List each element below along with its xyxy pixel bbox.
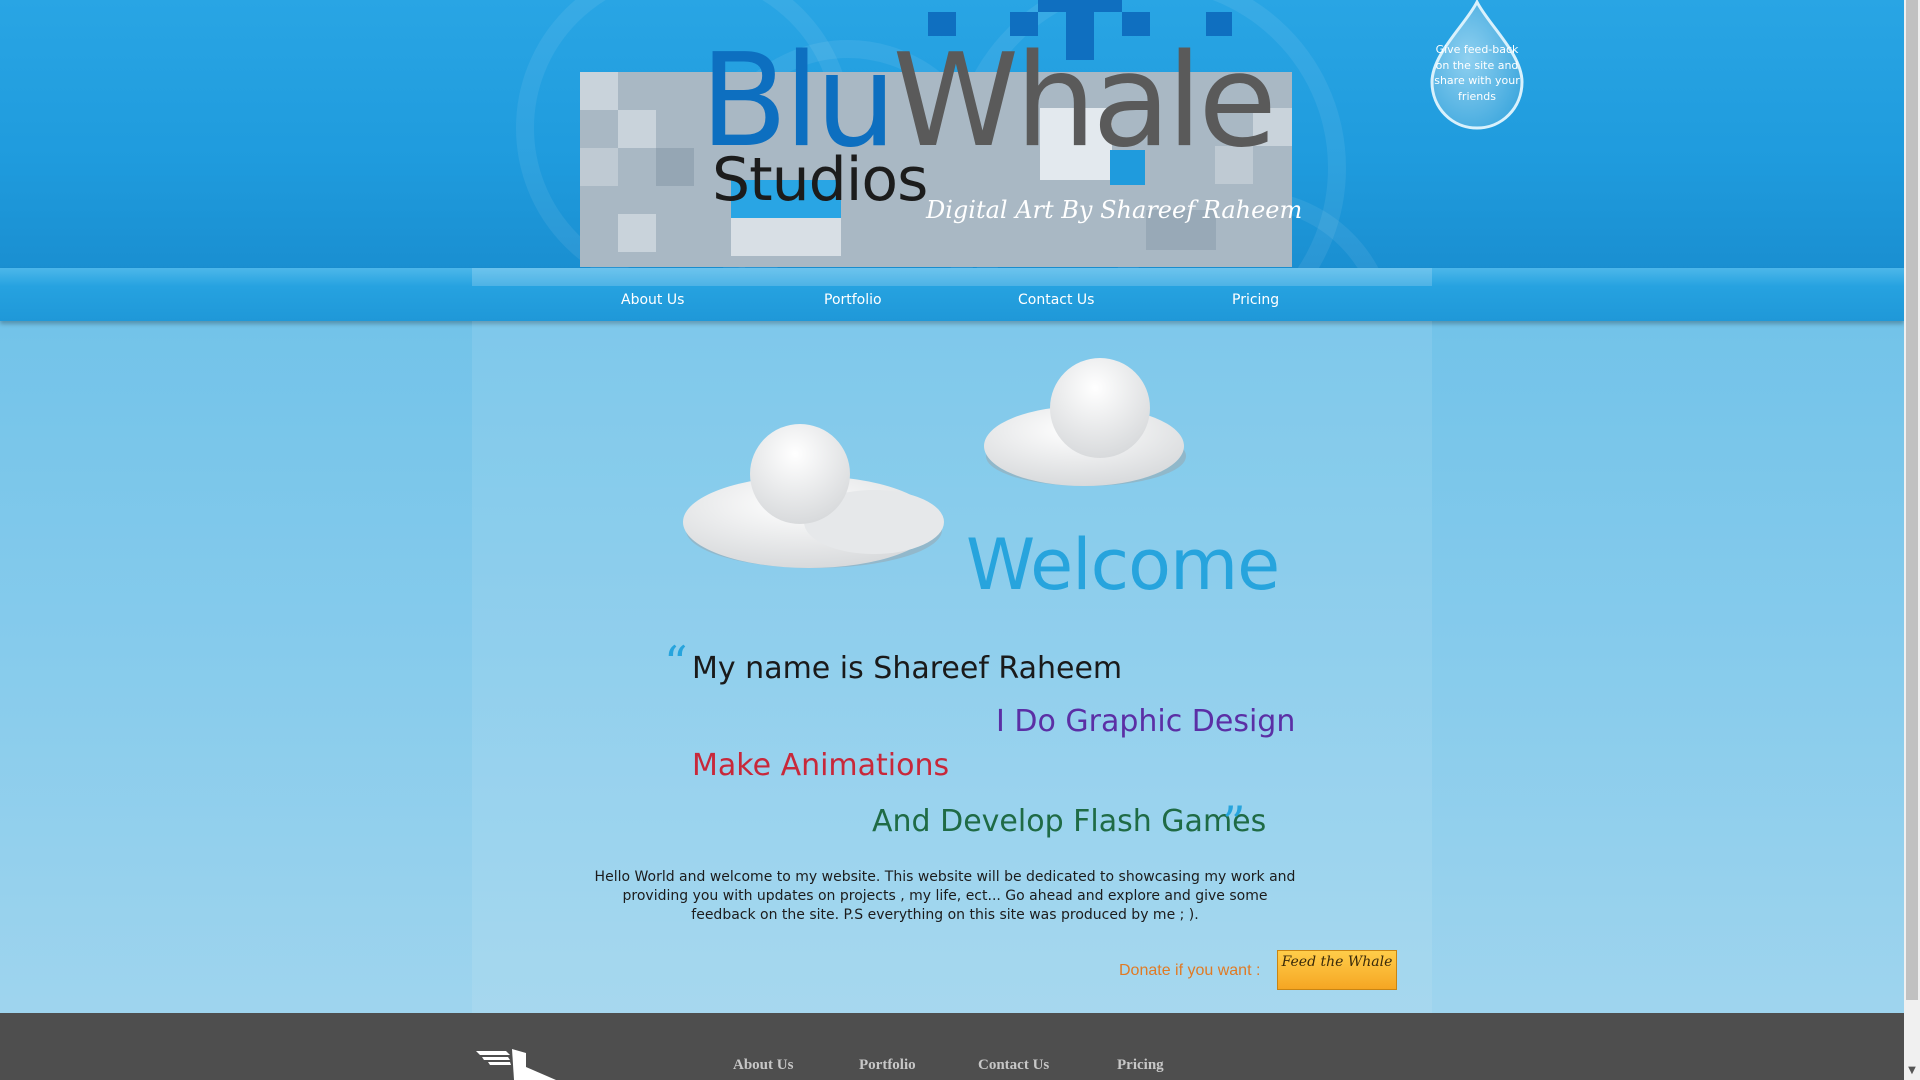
feed-the-whale-button[interactable]: Feed the Whale (1277, 950, 1397, 990)
site-footer: About Us Portfolio Contact Us Pricing (0, 1013, 1904, 1080)
quote-open-mark: “ (664, 636, 688, 690)
donate-label: Donate if you want : (1119, 962, 1261, 979)
nav-highlight (472, 268, 1432, 286)
footer-portfolio[interactable]: Portfolio (859, 1057, 916, 1074)
logo-studios-text: Studios (712, 145, 928, 215)
welcome-heading: Welcome (966, 524, 1280, 606)
footer-contact-us[interactable]: Contact Us (978, 1057, 1049, 1074)
intro-paragraph: Hello World and welcome to my website. T… (594, 869, 1296, 923)
nav-about-us[interactable]: About Us (621, 292, 684, 308)
cloud-icon (984, 358, 1186, 486)
logo-whale-text: Whale (892, 27, 1277, 176)
footer-pricing[interactable]: Pricing (1117, 1057, 1164, 1074)
site-header: BluWhale Studios Digital Art By Shareef … (0, 0, 1904, 268)
footer-logo-icon (476, 1049, 556, 1080)
quote-line-design: I Do Graphic Design (996, 704, 1296, 739)
scrollbar-thumb[interactable] (1906, 0, 1918, 1000)
nav-contact-us[interactable]: Contact Us (1018, 292, 1094, 308)
nav-portfolio[interactable]: Portfolio (824, 292, 882, 308)
cloud-icon (683, 424, 944, 568)
scroll-down-arrow-icon[interactable]: ▼ (1906, 1064, 1918, 1078)
quote-line-animations: Make Animations (692, 748, 950, 783)
main-nav: About Us Portfolio Contact Us Pricing (0, 268, 1904, 321)
quote-line-name: My name is Shareef Raheem (692, 651, 1123, 686)
tagline: Digital Art By Shareef Raheem (926, 196, 1303, 224)
quote-line-games: And Develop Flash Games (872, 804, 1267, 839)
nav-pricing[interactable]: Pricing (1232, 292, 1279, 308)
feedback-text[interactable]: Give feed-back on the site and share wit… (1434, 42, 1520, 104)
footer-about-us[interactable]: About Us (733, 1057, 793, 1074)
quote-close-mark: ” (1222, 796, 1246, 850)
